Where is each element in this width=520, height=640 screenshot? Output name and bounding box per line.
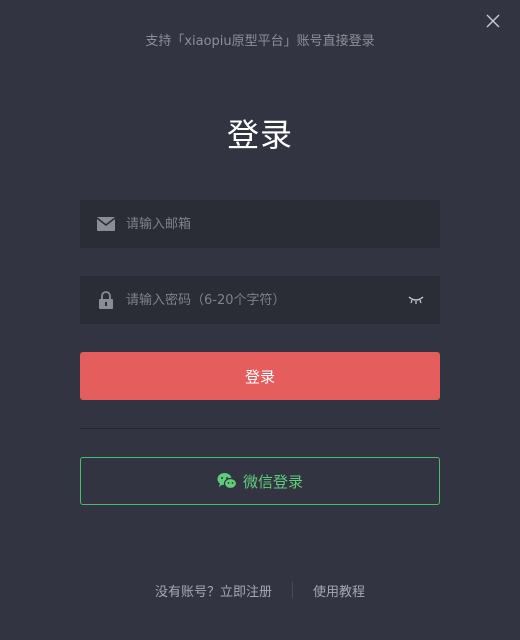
tutorial-link[interactable]: 使用教程 [313,581,365,600]
wechat-icon [217,472,237,490]
wechat-login-button[interactable]: 微信登录 [80,457,440,505]
footer-separator [292,582,293,598]
login-button[interactable]: 登录 [80,352,440,400]
close-icon [486,14,500,28]
page-title: 登录 [226,116,293,154]
register-link[interactable]: 没有账号？立即注册 [155,581,272,600]
password-input[interactable] [126,276,396,324]
login-subtitle: 支持「xiaopiu原型平台」账号直接登录 [145,34,375,49]
close-button[interactable] [484,12,502,30]
email-input[interactable] [126,200,396,248]
password-field-container [80,276,440,324]
toggle-password-button[interactable] [406,276,426,324]
mail-icon [96,200,116,248]
wechat-login-label: 微信登录 [242,472,303,491]
email-field-container [80,200,440,248]
footer-links: 没有账号？立即注册 使用教程 [0,580,520,600]
divider [80,428,440,429]
lock-icon [96,276,116,324]
eye-closed-icon [408,296,424,304]
